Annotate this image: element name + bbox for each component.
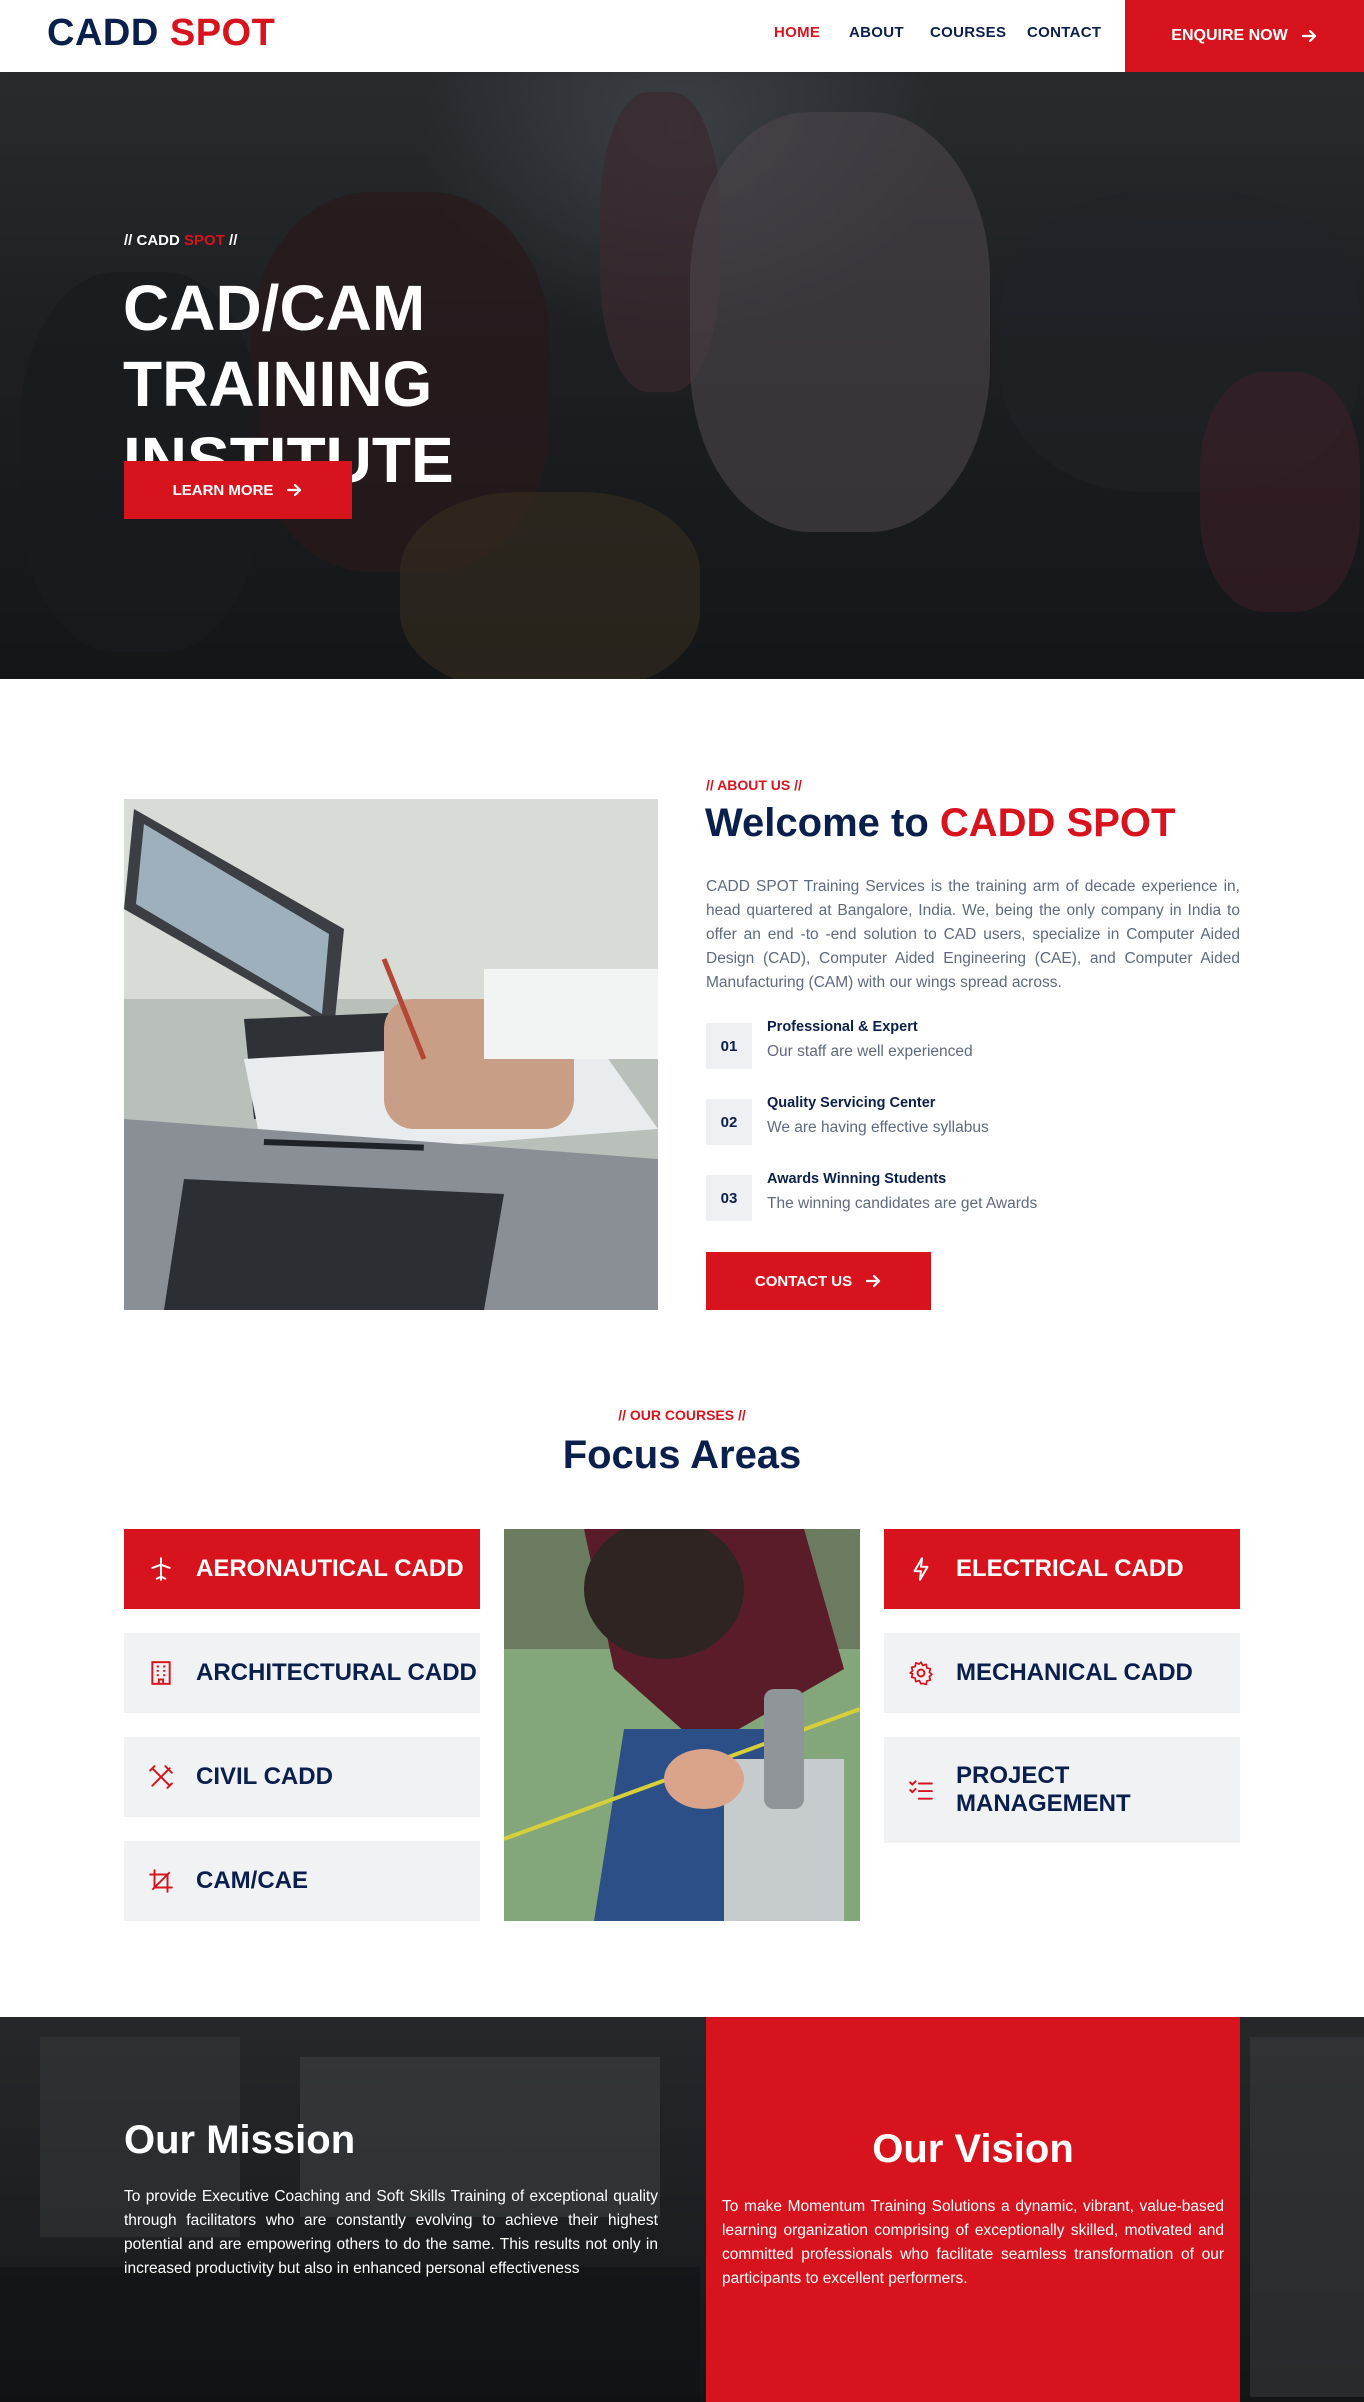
hero-tag-prefix: // CADD bbox=[124, 232, 180, 249]
logo-part-cadd: CADD bbox=[47, 12, 159, 54]
course-card-cam-cae[interactable]: CAM/CAE bbox=[124, 1841, 480, 1921]
courses-photo bbox=[504, 1529, 860, 1921]
course-card-mechanical[interactable]: MECHANICAL CADD bbox=[884, 1633, 1240, 1713]
nav-home-link[interactable]: HOME bbox=[774, 24, 820, 41]
feature-description: We are having effective syllabus bbox=[767, 1119, 989, 1136]
nav-courses-link[interactable]: COURSES bbox=[930, 24, 1006, 41]
course-card-civil[interactable]: CIVIL CADD bbox=[124, 1737, 480, 1817]
about-title: Welcome to CADD SPOT bbox=[705, 801, 1175, 846]
about-section-tag: // ABOUT US // bbox=[706, 777, 802, 793]
feature-item: 02 Quality Servicing Center We are havin… bbox=[706, 1095, 1246, 1145]
feature-title: Awards Winning Students bbox=[767, 1171, 947, 1187]
contact-us-button[interactable]: CONTACT US bbox=[706, 1252, 931, 1310]
building-icon bbox=[151, 1661, 171, 1685]
courses-section-tag: // OUR COURSES // bbox=[618, 1407, 746, 1423]
nav-contact-link[interactable]: CONTACT bbox=[1027, 24, 1101, 41]
tools-icon bbox=[149, 1765, 173, 1789]
vision-text: To make Momentum Training Solutions a dy… bbox=[722, 2198, 1224, 2287]
about-description: CADD SPOT Training Services is the train… bbox=[706, 878, 1240, 991]
feature-item: 03 Awards Winning Students The winning c… bbox=[706, 1171, 1246, 1221]
arrow-right-icon bbox=[1301, 29, 1316, 43]
enquire-now-label: ENQUIRE NOW bbox=[1171, 27, 1288, 44]
crop-icon bbox=[149, 1869, 173, 1893]
course-card-electrical[interactable]: ELECTRICAL CADD bbox=[884, 1529, 1240, 1609]
airplane-icon bbox=[151, 1557, 171, 1581]
checklist-icon bbox=[909, 1780, 933, 1800]
vision-panel: Our Vision To make Momentum Training Sol… bbox=[706, 2017, 1240, 2402]
contact-us-label: CONTACT US bbox=[754, 1272, 853, 1290]
about-title-highlight: CADD SPOT bbox=[939, 801, 1176, 845]
feature-title: Professional & Expert bbox=[767, 1019, 918, 1035]
course-card-label: ELECTRICAL CADD bbox=[956, 1555, 1184, 1582]
nav-about-link[interactable]: ABOUT bbox=[849, 24, 904, 41]
learn-more-button[interactable]: LEARN MORE bbox=[124, 461, 352, 519]
feature-title: Quality Servicing Center bbox=[767, 1095, 936, 1111]
feature-item: 01 Professional & Expert Our staff are w… bbox=[706, 1019, 1246, 1069]
feature-number: 02 bbox=[706, 1099, 752, 1145]
course-card-architectural[interactable]: ARCHITECTURAL CADD bbox=[124, 1633, 480, 1713]
course-card-label: AERONAUTICAL CADD bbox=[196, 1555, 464, 1582]
course-card-label: CIVIL CADD bbox=[196, 1763, 333, 1790]
course-card-label: CAM/CAE bbox=[196, 1867, 308, 1894]
hero-section: // CADD SPOT // CAD/CAM TRAINING INSTITU… bbox=[0, 72, 1364, 679]
feature-number: 03 bbox=[706, 1175, 752, 1221]
gear-icon bbox=[909, 1661, 933, 1686]
mission-text: To provide Executive Coaching and Soft S… bbox=[124, 2188, 658, 2277]
feature-description: Our staff are well experienced bbox=[767, 1043, 973, 1060]
course-card-project-management[interactable]: PROJECT MANAGEMENT bbox=[884, 1737, 1240, 1843]
learn-more-label: LEARN MORE bbox=[172, 481, 274, 499]
site-logo[interactable]: CADD SPOT bbox=[47, 10, 275, 56]
about-photo bbox=[124, 799, 658, 1310]
feature-description: The winning candidates are get Awards bbox=[767, 1195, 1038, 1212]
hero-tagline: // CADD SPOT // bbox=[124, 232, 237, 249]
arrow-right-icon bbox=[866, 1274, 881, 1288]
courses-title: Focus Areas bbox=[562, 1433, 802, 1477]
feature-number: 01 bbox=[706, 1023, 752, 1069]
logo-part-spot: SPOT bbox=[169, 12, 276, 54]
mission-title: Our Mission bbox=[124, 2118, 356, 2162]
enquire-now-button[interactable]: ENQUIRE NOW bbox=[1125, 0, 1364, 72]
course-card-label: PROJECT MANAGEMENT bbox=[956, 1762, 1131, 1817]
course-card-label: ARCHITECTURAL CADD bbox=[196, 1659, 477, 1686]
site-header: CADD SPOT HOME ABOUT COURSES CONTACT ENQ… bbox=[0, 0, 1364, 72]
course-card-aeronautical[interactable]: AERONAUTICAL CADD bbox=[124, 1529, 480, 1609]
about-title-prefix: Welcome to bbox=[705, 801, 929, 845]
course-card-label: MECHANICAL CADD bbox=[956, 1659, 1193, 1686]
vision-title: Our Vision bbox=[872, 2127, 1074, 2171]
hero-tag-highlight: SPOT bbox=[184, 232, 225, 249]
hero-tag-suffix: // bbox=[229, 232, 238, 249]
arrow-right-icon bbox=[287, 483, 302, 497]
lightning-icon bbox=[913, 1557, 929, 1581]
